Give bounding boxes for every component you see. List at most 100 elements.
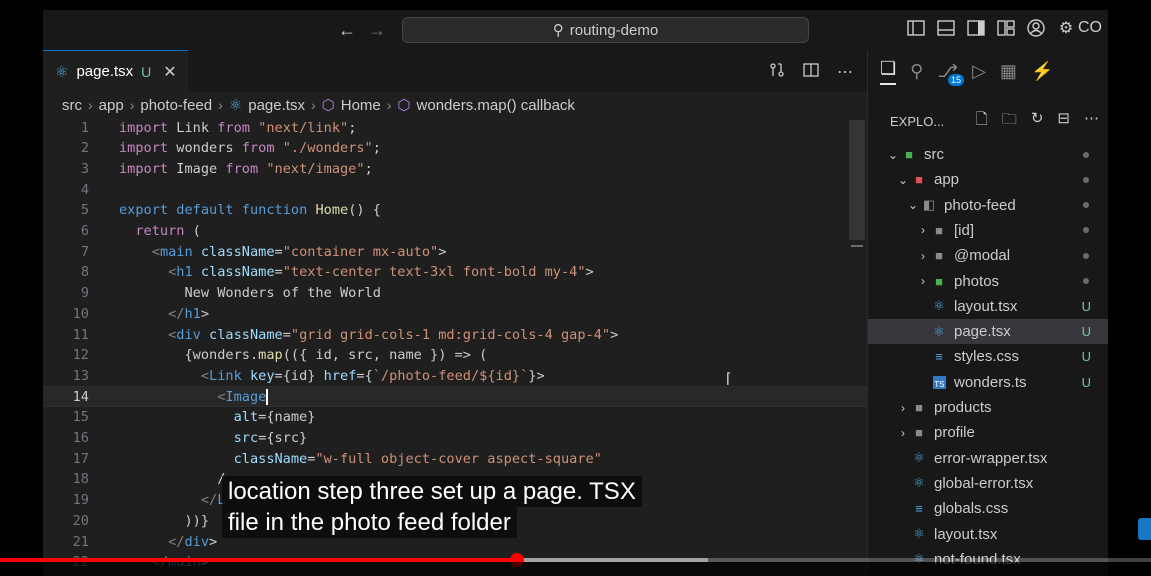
- code-line[interactable]: 4: [43, 179, 867, 200]
- code-text[interactable]: /: [119, 471, 225, 487]
- code-line[interactable]: 8 <h1 className="text-center text-3xl fo…: [43, 262, 867, 283]
- chevron-right-icon[interactable]: ›: [916, 223, 930, 237]
- tree-item[interactable]: › ■ @modal: [868, 243, 1108, 268]
- tree-item[interactable]: › ■ photos: [868, 269, 1108, 294]
- refresh-icon[interactable]: ↻: [1031, 109, 1044, 134]
- forward-arrow-icon[interactable]: →: [367, 20, 387, 40]
- account-icon[interactable]: [1026, 18, 1046, 38]
- tab-page-tsx[interactable]: ⚛ page.tsx U ✕: [43, 50, 188, 92]
- editor-scrollbar-thumb[interactable]: [849, 120, 865, 240]
- code-text[interactable]: <h1 className="text-center text-3xl font…: [119, 264, 594, 280]
- tree-item[interactable]: ⚛ page.tsx U: [868, 319, 1108, 345]
- tree-item[interactable]: ⚛ layout.tsx: [868, 522, 1108, 547]
- breadcrumb-item[interactable]: app: [99, 97, 124, 114]
- code-line[interactable]: 15 alt={name}: [43, 407, 867, 428]
- breadcrumb-item[interactable]: photo-feed: [140, 97, 212, 114]
- more-actions-icon[interactable]: ⋯: [1084, 109, 1099, 134]
- close-icon[interactable]: ✕: [163, 62, 176, 82]
- explorer-files-icon[interactable]: ❏: [880, 58, 897, 85]
- toggle-secondary-sidebar-icon[interactable]: [966, 18, 986, 38]
- new-folder-icon[interactable]: 🗀: [1002, 109, 1017, 134]
- tree-item[interactable]: › ■ profile: [868, 420, 1108, 445]
- new-file-icon[interactable]: 🗋: [976, 109, 988, 134]
- breadcrumb-item[interactable]: wonders.map() callback: [417, 97, 575, 114]
- settings-gear-icon[interactable]: ⚙: [1056, 18, 1076, 38]
- tree-item[interactable]: ⚛ layout.tsx U: [868, 294, 1108, 319]
- code-text[interactable]: New Wonders of the World: [119, 285, 380, 301]
- code-text[interactable]: <main className="container mx-auto">: [119, 244, 447, 260]
- code-line[interactable]: 1 import Link from "next/link";: [43, 117, 867, 138]
- run-debug-icon[interactable]: ▷: [972, 61, 986, 82]
- toggle-primary-sidebar-icon[interactable]: [906, 18, 926, 38]
- floating-widget[interactable]: [1138, 518, 1151, 540]
- chevron-down-icon[interactable]: ⌄: [896, 173, 910, 187]
- code-text[interactable]: import Link from "next/link";: [119, 120, 356, 136]
- toggle-panel-icon[interactable]: [936, 18, 956, 38]
- tree-item[interactable]: › ■ products: [868, 395, 1108, 420]
- code-text[interactable]: ))}: [119, 513, 209, 529]
- code-text[interactable]: src={src}: [119, 430, 308, 446]
- tree-item[interactable]: ⚛ global-error.tsx: [868, 471, 1108, 496]
- code-text[interactable]: return (: [119, 223, 200, 239]
- code-text[interactable]: {wonders.map(({ id, src, name }) => (: [119, 347, 487, 363]
- react-file-icon: ⚛: [933, 323, 945, 339]
- code-text[interactable]: import wonders from "./wonders";: [119, 140, 381, 156]
- collapse-all-icon[interactable]: ⊟: [1057, 109, 1070, 134]
- chevron-down-icon[interactable]: ⌄: [906, 198, 920, 212]
- code-text[interactable]: <Link key={id} href={`/photo-feed/${id}`…: [119, 368, 545, 384]
- open-changes-icon[interactable]: [769, 62, 785, 83]
- code-line[interactable]: 6 return (: [43, 221, 867, 242]
- line-number: 6: [80, 223, 89, 239]
- chevron-right-icon[interactable]: ›: [916, 274, 930, 288]
- tree-item[interactable]: TS wonders.ts U: [868, 370, 1108, 395]
- tree-item[interactable]: ≡ globals.css: [868, 496, 1108, 521]
- code-line[interactable]: 2 import wonders from "./wonders";: [43, 138, 867, 159]
- modified-dot-indicator: [1083, 151, 1089, 158]
- code-text[interactable]: import Image from "next/image";: [119, 161, 373, 177]
- breadcrumb-item[interactable]: page.tsx: [248, 97, 305, 114]
- command-center-search[interactable]: ⚲ routing-demo: [402, 17, 809, 43]
- code-text[interactable]: className="w-full object-cover aspect-sq…: [119, 451, 602, 467]
- tree-item[interactable]: › ■ [id]: [868, 218, 1108, 243]
- code-line[interactable]: 14 <Image: [43, 386, 867, 408]
- code-line[interactable]: 9 New Wonders of the World: [43, 283, 867, 304]
- code-text[interactable]: export default function Home() {: [119, 202, 381, 218]
- code-text[interactable]: </div>: [119, 534, 217, 550]
- search-icon[interactable]: ⚲: [910, 61, 923, 82]
- tree-item[interactable]: ⌄ ■ src: [868, 142, 1108, 167]
- tree-item[interactable]: ⌄ ◧ photo-feed: [868, 193, 1108, 218]
- code-text[interactable]: <Image: [119, 388, 269, 405]
- account-label[interactable]: CO: [1078, 19, 1102, 37]
- tree-item[interactable]: ⌄ ■ app: [868, 167, 1108, 192]
- code-line[interactable]: 11 <div className="grid grid-cols-1 md:g…: [43, 324, 867, 345]
- customize-layout-icon[interactable]: [996, 18, 1016, 38]
- tree-item-label: page.tsx: [954, 323, 1011, 341]
- tree-item[interactable]: ⚛ error-wrapper.tsx: [868, 446, 1108, 471]
- tree-item[interactable]: ≡ styles.css U: [868, 344, 1108, 369]
- tree-item-label: layout.tsx: [954, 297, 1018, 315]
- code-text[interactable]: <div className="grid grid-cols-1 md:grid…: [119, 327, 618, 343]
- more-actions-icon[interactable]: ⋯: [837, 62, 853, 83]
- extensions-icon[interactable]: ▦: [1000, 61, 1017, 82]
- lightning-icon[interactable]: ⚡: [1031, 61, 1053, 82]
- chevron-down-icon[interactable]: ⌄: [886, 148, 900, 162]
- code-line[interactable]: 17 className="w-full object-cover aspect…: [43, 448, 867, 469]
- code-line[interactable]: 16 src={src}: [43, 428, 867, 449]
- code-text[interactable]: </L: [119, 492, 226, 508]
- chevron-right-icon[interactable]: ›: [916, 249, 930, 263]
- chevron-right-icon[interactable]: ›: [896, 426, 910, 440]
- code-line[interactable]: 3 import Image from "next/image";: [43, 158, 867, 179]
- back-arrow-icon[interactable]: ←: [337, 20, 357, 40]
- breadcrumb-item[interactable]: src: [62, 97, 82, 114]
- code-text[interactable]: </h1>: [119, 306, 209, 322]
- code-line[interactable]: 12 {wonders.map(({ id, src, name }) => (: [43, 345, 867, 366]
- split-editor-icon[interactable]: [803, 62, 819, 83]
- code-text[interactable]: alt={name}: [119, 409, 316, 425]
- code-line[interactable]: 7 <main className="container mx-auto">: [43, 241, 867, 262]
- code-line[interactable]: 5 export default function Home() {: [43, 200, 867, 221]
- breadcrumb-item[interactable]: Home: [341, 97, 381, 114]
- code-line[interactable]: 10 </h1>: [43, 303, 867, 324]
- chevron-right-icon[interactable]: ›: [896, 401, 910, 415]
- code-line[interactable]: 13 <Link key={id} href={`/photo-feed/${i…: [43, 365, 867, 386]
- line-number: 21: [72, 533, 89, 550]
